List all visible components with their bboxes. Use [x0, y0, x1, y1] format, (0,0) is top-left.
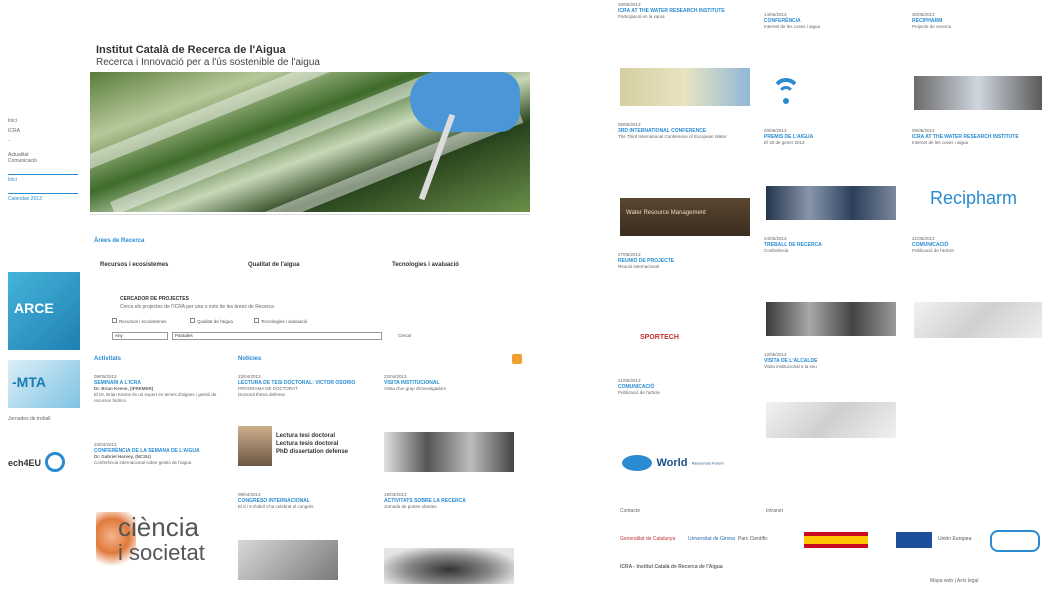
- banner-mta[interactable]: -MTA: [8, 360, 80, 408]
- news-thumb: [914, 76, 1042, 110]
- tab-qualitat[interactable]: Qualitat de l'aigua: [248, 262, 299, 268]
- sidebar-item-inici[interactable]: Inici: [8, 118, 78, 124]
- partner-logo: SPORTECH: [640, 334, 679, 341]
- news-item[interactable]: 24/05/2013 TREBALL DE RECERCA Conferènci…: [764, 236, 896, 254]
- news-item[interactable]: 14/06/2013 CONFERÈNCIA Internet de les c…: [764, 12, 896, 30]
- activity-item[interactable]: 09/05/2013 SEMINARI A L'ICRA Dr. Brian K…: [94, 374, 224, 404]
- tab-tecnologies[interactable]: Tecnologies i avaluació: [392, 262, 459, 268]
- news-item[interactable]: 21/05/2013 COMUNICACIÓ Publicació de l'a…: [618, 378, 750, 396]
- sidebar-sub[interactable]: Calendari 2013: [8, 196, 78, 202]
- sidebar-divider: [8, 174, 78, 175]
- check-tecnologies[interactable]: Tecnologies i avaluació: [254, 318, 307, 324]
- news-thumb: Water Resource Management: [620, 198, 750, 236]
- year-select[interactable]: Any: [112, 332, 168, 340]
- news-item[interactable]: 03/06/2013 PREMIS DE L'AIGUA El 30 de ge…: [764, 128, 896, 146]
- sponsor-logo: Generalitat de Catalunya: [620, 536, 676, 542]
- news-thumb: [914, 302, 1042, 338]
- sidebar-divider: [8, 193, 78, 194]
- keyword-input[interactable]: Paraules: [172, 332, 382, 340]
- ciencia-line2: i societat: [118, 540, 205, 565]
- thesis-caption: Lectura tesi doctoral Lectura tesis doct…: [276, 433, 349, 455]
- news-item[interactable]: 12/06/2013 VISITA DE L'ALCALDE Visita in…: [764, 352, 896, 370]
- hero-image: [90, 72, 530, 212]
- thesis-photo: [238, 426, 272, 466]
- sidebar: Inici ICRA - Actualitat Comunicació Inic…: [8, 118, 78, 202]
- projects-title: CERCADOR DE PROJECTES: [120, 296, 189, 302]
- hero-divider: [90, 214, 530, 215]
- banner-arce[interactable]: ARCE: [8, 272, 80, 350]
- right-page: 25/06/2013 ICRA AT THE WATER RESEARCH IN…: [600, 0, 1044, 592]
- sponsor-logo: Parc Científic: [738, 536, 768, 542]
- sidebar-item-icra[interactable]: ICRA: [8, 128, 78, 134]
- banner-arce-text: ARCE: [14, 300, 54, 316]
- footer-link[interactable]: Intranet: [766, 508, 783, 514]
- sidebar-active[interactable]: Inici: [8, 177, 78, 183]
- banner-caption: Jornades de treball: [8, 416, 51, 422]
- tab-recursos[interactable]: Recursos i ecosistemes: [100, 262, 168, 268]
- conference-photo: [238, 540, 338, 580]
- activity-item[interactable]: 22/04/2013 CONFERÈNCIA DE LA SEMANA DE L…: [94, 442, 224, 466]
- wifi-icon: [768, 76, 804, 112]
- glove-shape: [410, 72, 520, 132]
- visit-photo: [384, 432, 514, 472]
- sponsor-logo: Universitat de Girona: [688, 536, 735, 542]
- news-item[interactable]: 05/06/2013 3RD INTERNATIONAL CONFERENCE …: [618, 122, 750, 140]
- recipharm-logo[interactable]: Recipharm: [930, 188, 1017, 209]
- areas-heading: Àrees de Recerca: [94, 238, 145, 244]
- news-thumb: [620, 68, 750, 106]
- rss-icon[interactable]: [512, 354, 522, 364]
- activities-heading: Activitats: [94, 356, 122, 362]
- sponsor-flag-eu: [896, 532, 932, 548]
- news-thumb: [766, 302, 896, 336]
- check-qualitat[interactable]: Qualitat de l'aigua: [190, 318, 233, 324]
- left-page: Inici ICRA - Actualitat Comunicació Inic…: [0, 0, 540, 592]
- news-item[interactable]: 05/06/2013 ICRA AT THE WATER RESEARCH IN…: [912, 128, 1042, 146]
- banner-logo[interactable]: ech4EU: [8, 452, 80, 482]
- news-thumb: [766, 186, 896, 220]
- sponsor-logo: Unión Europea: [938, 536, 972, 542]
- check-recursos[interactable]: Recursos i ecosistemes: [112, 318, 167, 324]
- footer-link[interactable]: Contacte: [620, 508, 640, 514]
- lab-photo: [384, 548, 514, 584]
- news-thumb-text: Water Resource Management: [626, 210, 706, 216]
- news-item[interactable]: 08/04/2013 CONGRESO INTERNACIONAL El 8 i…: [238, 492, 368, 510]
- news-item[interactable]: 19/03/2013 ACTIVITATS SOBRE LA RECERCA J…: [384, 492, 514, 510]
- news-item[interactable]: 25/06/2013 ICRA AT THE WATER RESEARCH IN…: [618, 2, 750, 20]
- news-item[interactable]: 21/05/2013 COMUNICACIÓ Publicació de l'a…: [912, 236, 1042, 254]
- banner-mta-text: -MTA: [12, 374, 46, 390]
- sponsor-cerca-logo: [990, 530, 1040, 552]
- news-heading: Notícies: [238, 356, 262, 362]
- sponsor-logos: Generalitat de Catalunya Universitat de …: [620, 528, 1040, 556]
- projects-desc: Cerca els projectes de l'ICRA per una o …: [120, 304, 274, 310]
- news-item[interactable]: 27/05/2013 REUNIÓ DE PROJECTE Reunió int…: [618, 252, 750, 270]
- sponsor-flag-spain: [804, 532, 868, 548]
- ciencia-societat-logo[interactable]: ciència i societat: [96, 508, 236, 580]
- page-title: Institut Català de Recerca de l'Aigua: [96, 44, 286, 56]
- news-item[interactable]: 23/04/2013 LECTURA DE TESI DOCTORAL: VIC…: [238, 374, 368, 398]
- search-button[interactable]: Cercar: [398, 333, 412, 338]
- ciencia-line1: ciència: [118, 512, 199, 542]
- page-subtitle: Recerca i Innovació per a l'ús sostenibl…: [96, 57, 320, 68]
- sidebar-item-blank[interactable]: -: [8, 138, 78, 144]
- news-thumb: [766, 402, 896, 438]
- footer-address: ICRA - Institut Català de Recerca de l'A…: [620, 564, 723, 570]
- news-item[interactable]: 22/04/2013 VISITA INSTITUCIONAL Visita d…: [384, 374, 514, 392]
- footer-legal[interactable]: Mapa web | Avís legal: [930, 578, 978, 584]
- news-item[interactable]: 30/05/2013 RECIPHARM Projecte de recerca: [912, 12, 1042, 30]
- sidebar-item-comunicacio[interactable]: Comunicació: [8, 158, 78, 164]
- world-resources-logo[interactable]: World Resources Forum: [622, 454, 750, 474]
